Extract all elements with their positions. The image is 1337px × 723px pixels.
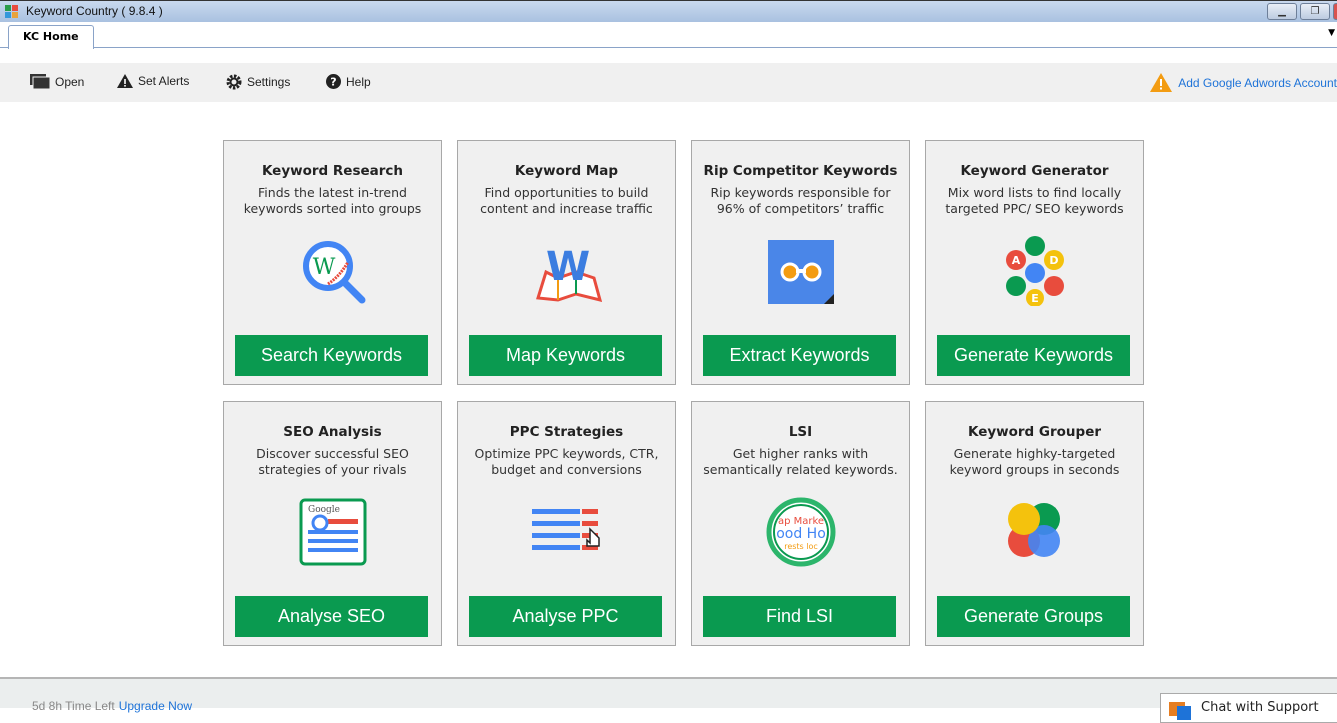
card-keyword-research: Keyword Research Finds the latest in-tre… bbox=[223, 140, 442, 385]
card-title: Rip Competitor Keywords bbox=[703, 163, 898, 179]
minimize-button[interactable]: ▁ bbox=[1267, 3, 1297, 20]
google-serp-icon: Google bbox=[299, 498, 367, 566]
toolbar: Open Set Alerts Settings ? Help Add Goog… bbox=[0, 63, 1337, 102]
lsi-lens-icon: ap Markeood Horests loc bbox=[766, 497, 836, 567]
svg-text:Google: Google bbox=[308, 505, 340, 515]
set-alerts-label: Set Alerts bbox=[138, 74, 190, 88]
card-keyword-map: Keyword Map Find opportunities to build … bbox=[457, 140, 676, 385]
card-description: Find opportunities to build content and … bbox=[480, 185, 653, 216]
svg-text:?: ? bbox=[330, 76, 336, 89]
card-lsi: LSI Get higher ranks with semantically r… bbox=[691, 401, 910, 646]
analyse-ppc-button[interactable]: Analyse PPC bbox=[469, 596, 662, 637]
card-title: Keyword Grouper bbox=[967, 424, 1102, 440]
svg-text:A: A bbox=[1012, 254, 1021, 267]
help-label: Help bbox=[346, 74, 371, 89]
add-adwords-account-link[interactable]: Add Google Adwords Account bbox=[1150, 73, 1337, 92]
card-title: Keyword Map bbox=[514, 163, 619, 179]
card-description: Discover successful SEO strategies of yo… bbox=[256, 446, 409, 477]
restore-button[interactable]: ❐ bbox=[1300, 3, 1330, 20]
circles-icon bbox=[1008, 503, 1060, 557]
analyse-seo-button[interactable]: Analyse SEO bbox=[235, 596, 428, 637]
card-title: Keyword Research bbox=[261, 163, 404, 179]
card-description: Rip keywords responsible for 96% of comp… bbox=[710, 185, 891, 216]
app-logo-icon bbox=[5, 5, 18, 18]
chat-with-support-button[interactable]: Chat with Support bbox=[1160, 693, 1337, 723]
tab-bar: KC Home ▼ bbox=[0, 22, 1337, 49]
folder-icon bbox=[30, 74, 50, 89]
trial-time-left: 5d 8h Time Left bbox=[32, 699, 115, 713]
set-alerts-button[interactable]: Set Alerts bbox=[117, 74, 189, 88]
generate-groups-button[interactable]: Generate Groups bbox=[937, 596, 1130, 637]
card-description: Optimize PPC keywords, CTR, budget and c… bbox=[474, 446, 659, 477]
settings-button[interactable]: Settings bbox=[226, 74, 290, 90]
close-button[interactable] bbox=[1333, 3, 1337, 20]
chat-icon-bubble bbox=[1177, 706, 1191, 720]
alert-icon bbox=[117, 74, 133, 88]
warning-icon bbox=[1150, 73, 1173, 92]
search-keywords-button[interactable]: Search Keywords bbox=[235, 335, 428, 376]
title-bar: Keyword Country ( 9.8.4 ) ▁ ❐ bbox=[0, 0, 1337, 22]
svg-text:rests loc: rests loc bbox=[784, 542, 818, 551]
binoculars-icon bbox=[768, 240, 834, 304]
magnifier-wiki-icon: W bbox=[303, 241, 366, 304]
card-title: SEO Analysis bbox=[283, 424, 382, 440]
card-description: Mix word lists to find locally targeted … bbox=[945, 185, 1124, 216]
card-description: Finds the latest in-trend keywords sorte… bbox=[243, 185, 422, 216]
svg-text:W: W bbox=[313, 255, 336, 280]
tab-menu-icon[interactable]: ▼ bbox=[1328, 28, 1335, 38]
svg-text:W: W bbox=[546, 244, 590, 290]
ppc-list-icon bbox=[532, 509, 600, 550]
settings-label: Settings bbox=[247, 75, 291, 89]
help-icon: ? bbox=[326, 74, 341, 89]
window-title: Keyword Country ( 9.8.4 ) bbox=[26, 4, 163, 18]
card-description: Generate highky-targeted keyword groups … bbox=[949, 446, 1120, 477]
open-button[interactable]: Open bbox=[30, 74, 84, 89]
card-rip-competitor-keywords: Rip Competitor Keywords Rip keywords res… bbox=[691, 140, 910, 385]
card-title: Keyword Generator bbox=[960, 163, 1109, 179]
gear-icon bbox=[226, 74, 242, 90]
svg-text:ood Ho: ood Ho bbox=[776, 526, 826, 542]
hexagons-icon: A D E bbox=[1006, 236, 1064, 306]
card-title: PPC Strategies bbox=[509, 424, 624, 440]
map-keywords-button[interactable]: Map Keywords bbox=[469, 335, 662, 376]
add-adwords-label: Add Google Adwords Account bbox=[1178, 75, 1337, 90]
tab-kc-home[interactable]: KC Home bbox=[8, 25, 94, 49]
upgrade-now-link[interactable]: Upgrade Now bbox=[119, 699, 192, 713]
keyword-map-icon: W bbox=[536, 244, 602, 303]
status-bar: 5d 8h Time Left Upgrade Now Chat with Sup… bbox=[0, 677, 1337, 723]
card-ppc-strategies: PPC Strategies Optimize PPC keywords, CT… bbox=[457, 401, 676, 646]
extract-keywords-button[interactable]: Extract Keywords bbox=[703, 335, 896, 376]
help-button[interactable]: ? Help bbox=[326, 74, 371, 89]
card-description: Get higher ranks with semantically relat… bbox=[703, 446, 898, 477]
generate-keywords-button[interactable]: Generate Keywords bbox=[937, 335, 1130, 376]
svg-text:D: D bbox=[1049, 254, 1058, 267]
card-title: LSI bbox=[788, 424, 813, 440]
open-label: Open bbox=[55, 74, 85, 89]
find-lsi-button[interactable]: Find LSI bbox=[703, 596, 896, 637]
card-keyword-generator: Keyword Generator Mix word lists to find… bbox=[925, 140, 1144, 385]
card-seo-analysis: SEO Analysis Discover successful SEO str… bbox=[223, 401, 442, 646]
svg-text:E: E bbox=[1031, 292, 1039, 305]
card-keyword-grouper: Keyword Grouper Generate highky-targeted… bbox=[925, 401, 1144, 646]
